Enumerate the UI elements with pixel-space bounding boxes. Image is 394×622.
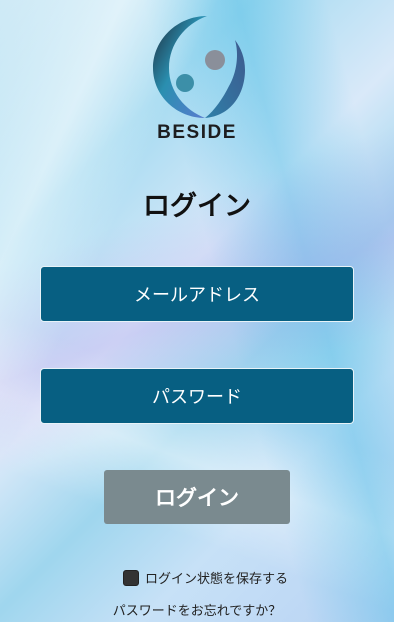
brand-logo: BESIDE [144,10,250,148]
logo-dot-left [176,74,194,92]
forgot-password-link[interactable]: パスワードをお忘れですか？ [0,600,394,619]
remember-login-toggle[interactable]: ログイン状態を保存する [123,568,288,587]
password-field-label: パスワード [152,387,242,408]
beside-logo-icon [153,16,245,118]
email-field[interactable]: メールアドレス [40,266,354,322]
remember-label: ログイン状態を保存する [145,572,289,587]
login-button[interactable]: ログイン [104,470,290,524]
logo-dot-right [205,50,225,70]
email-field-label: メールアドレス [134,285,260,306]
brand-name: BESIDE [157,122,237,143]
password-field[interactable]: パスワード [40,368,354,424]
remember-checkbox[interactable] [123,569,139,586]
page-title: ログイン [143,191,251,222]
